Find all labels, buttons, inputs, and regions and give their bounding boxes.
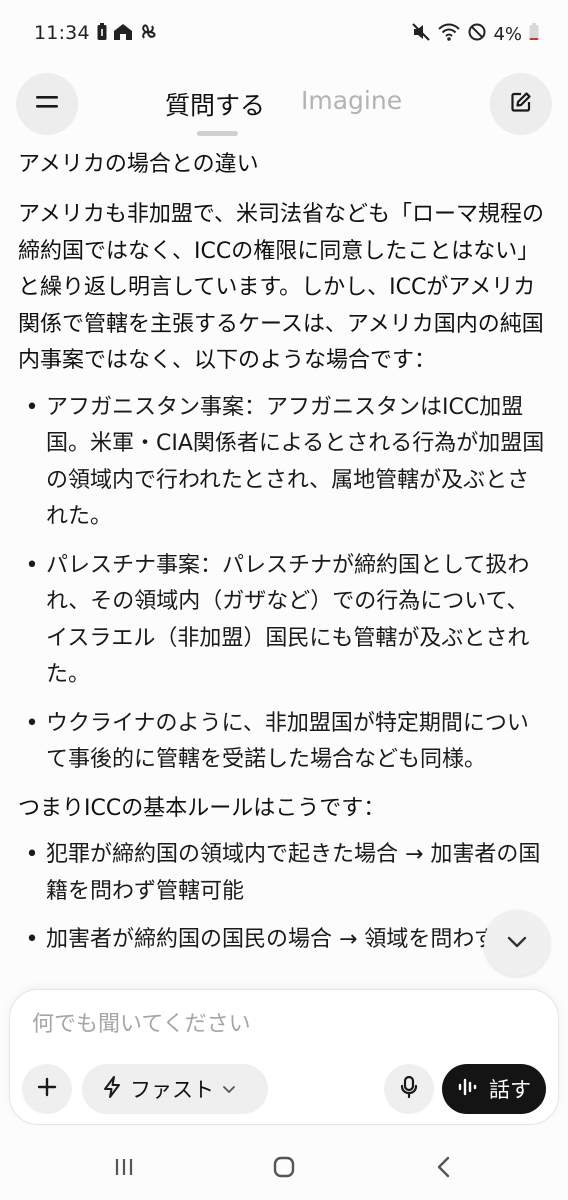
list-item-text: ウクライナのように、非加盟国が特定期間について事後的に管轄を受諾した場合なども同… [46,710,529,773]
battery-saver-icon [96,22,108,46]
section-heading: アメリカの場合との違い [18,152,259,177]
fan-icon [138,22,158,46]
attach-button[interactable] [22,1064,72,1114]
chat-response: アメリカの場合との違い アメリカも非加盟で、米司法省なども「ローマ規程の締約国で… [18,140,550,998]
list-item: • 加害者が締約国の国民の場合 → 領域を問わず管 [18,922,550,959]
home-circle-icon [272,1155,296,1183]
list-item: • パレスチナ事案：パレスチナが締約国として扱われ、その領域内（ガザなど）での行… [18,548,550,694]
plus-icon [36,1076,58,1102]
battery-icon [528,22,540,46]
scroll-down-button[interactable] [484,910,550,976]
status-bar: 11:34 4% [0,0,568,70]
status-right-icons: 4% [411,22,540,46]
status-left-icons [96,22,158,46]
lightning-icon [102,1075,122,1103]
recent-apps-icon [113,1157,135,1181]
list-item: • アフガニスタン事案：アフガニスタンはICC加盟国。米軍・CIA関係者によると… [18,390,550,536]
back-chevron-icon [436,1156,452,1182]
bullet-dot: • [25,710,39,736]
bullet-dot: • [25,552,39,578]
bullet-dot: • [25,927,39,952]
wifi-icon [437,22,461,46]
case-list: • アフガニスタン事案：アフガニスタンはICC加盟国。米軍・CIA関係者によると… [18,390,550,779]
waveform-icon [457,1077,479,1101]
tab-ask[interactable]: 質問する [165,86,265,122]
status-time: 11:34 [34,22,90,44]
list-item: • ウクライナのように、非加盟国が特定期間について事後的に管轄を受諾した場合など… [18,706,550,779]
intro-paragraph: アメリカも非加盟で、米司法省なども「ローマ規程の締約国ではなく、ICCの権限に同… [18,202,545,373]
system-navigation-bar [0,1135,568,1200]
app-header: 質問する Imagine [0,72,568,138]
composer: ファスト 話す [10,990,558,1124]
mute-icon [411,22,431,46]
prompt-input[interactable] [32,1004,532,1044]
list-item-text: 加害者が締約国の国民の場合 → 領域を問わず管 [46,927,519,952]
bullet-dot: • [25,394,39,420]
home-icon [112,22,134,46]
chevron-down-icon [506,934,528,953]
active-tab-indicator [197,131,238,136]
battery-percentage: 4% [493,23,522,45]
recent-apps-button[interactable] [104,1149,144,1189]
menu-icon [35,94,59,114]
list-item-text: パレスチナ事案：パレスチナが締約国として扱われ、その領域内（ガザなど）での行為に… [46,552,530,688]
microphone-button[interactable] [384,1064,434,1114]
rule-list: • 犯罪が締約国の領域内で起きた場合 → 加害者の国籍を問わず管轄可能 • 加害… [18,837,550,959]
do-not-disturb-icon [467,22,487,46]
voice-mode-label: 話す [489,1078,531,1102]
chevron-down-icon [222,1080,236,1099]
edit-icon [509,90,533,118]
tab-imagine[interactable]: Imagine [301,86,402,115]
voice-mode-button[interactable]: 話す [442,1064,546,1114]
summary-paragraph: つまりICCの基本ルールはこうです： [18,795,386,821]
list-item-text: アフガニスタン事案：アフガニスタンはICC加盟国。米軍・CIA関係者によるとされ… [46,394,545,530]
menu-button[interactable] [16,73,78,135]
list-item-text: 犯罪が締約国の領域内で起きた場合 → 加害者の国籍を問わず管轄可能 [46,842,541,904]
microphone-icon [399,1075,419,1103]
new-chat-button[interactable] [490,73,552,135]
home-button[interactable] [264,1149,304,1189]
model-label: ファスト [130,1078,214,1102]
back-button[interactable] [424,1149,464,1189]
model-selector[interactable]: ファスト [82,1064,268,1114]
list-item: • 犯罪が締約国の領域内で起きた場合 → 加害者の国籍を問わず管轄可能 [18,837,550,910]
bullet-dot: • [25,842,39,867]
